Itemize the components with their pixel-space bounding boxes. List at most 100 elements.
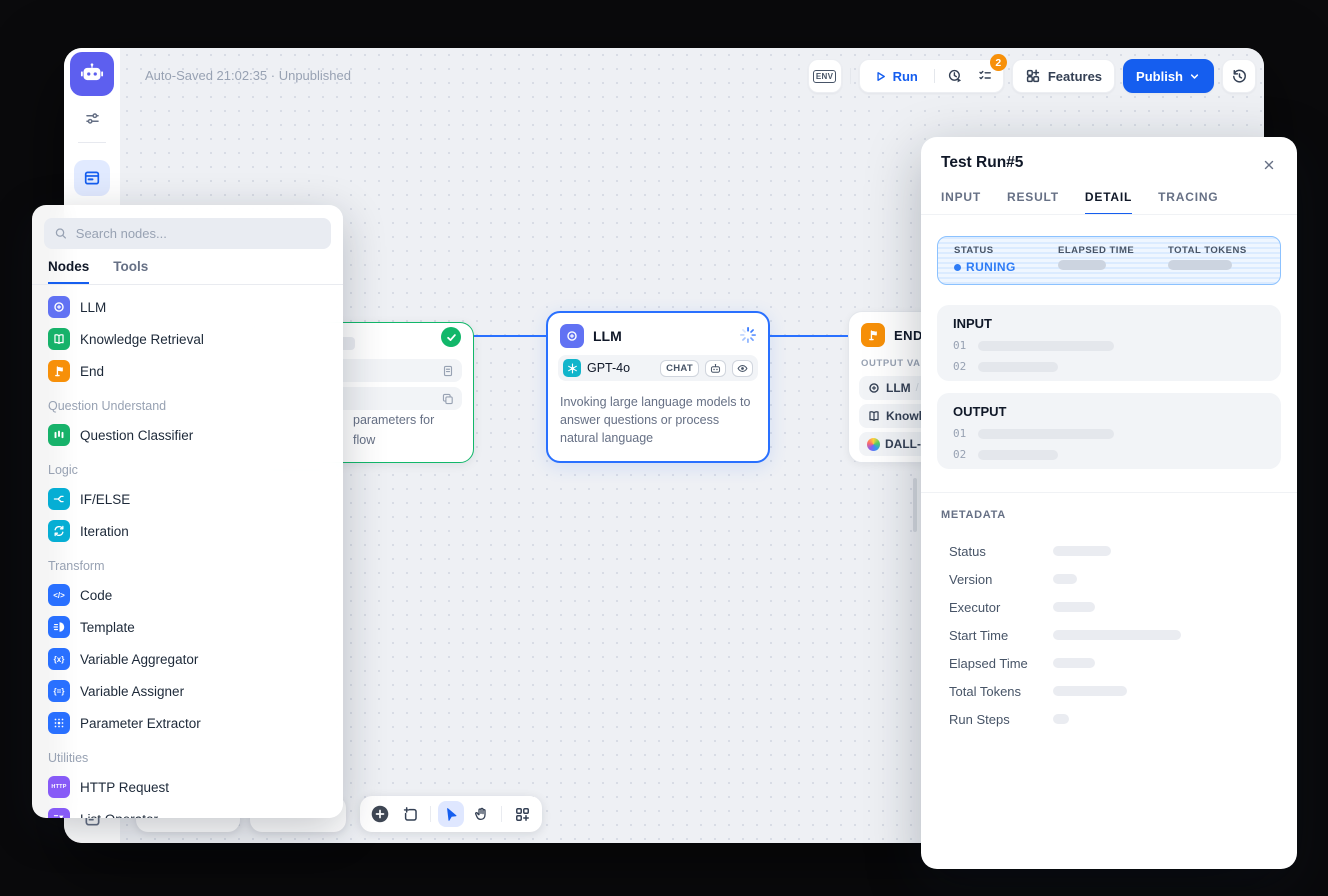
organize-nodes-button[interactable] — [509, 801, 535, 827]
node-item-label: Template — [80, 620, 135, 635]
slash-separator: / — [916, 382, 919, 394]
notification-badge: 2 — [990, 54, 1007, 71]
io-row: 01 — [953, 339, 1265, 352]
node-search-box[interactable] — [44, 218, 331, 249]
iteration-icon — [48, 520, 70, 542]
node-panel-tab-nodes[interactable]: Nodes — [48, 259, 89, 284]
elapsed-time-label: ELAPSED TIME — [1058, 245, 1168, 256]
canvas-scrollbar[interactable] — [913, 478, 917, 532]
version-history-button[interactable] — [1222, 59, 1256, 93]
input-section: INPUT 01 02 — [937, 305, 1281, 381]
io-row: 02 — [953, 360, 1265, 373]
app-logo-robot-icon[interactable] — [70, 52, 114, 96]
section-divider — [921, 492, 1297, 493]
node-item-label: LLM — [80, 300, 106, 315]
features-button[interactable]: Features — [1012, 59, 1115, 93]
metadata-label: Total Tokens — [949, 684, 1049, 699]
node-item-variable-aggregator[interactable]: {x}Variable Aggregator — [40, 643, 335, 675]
node-item-llm[interactable]: LLM — [40, 291, 335, 323]
skeleton-bar — [1053, 602, 1095, 612]
cursor-icon — [443, 806, 459, 822]
node-item-label: IF/ELSE — [80, 492, 130, 507]
tab-detail[interactable]: DETAIL — [1085, 190, 1132, 215]
node-panel-tab-tools[interactable]: Tools — [113, 259, 148, 284]
running-dot-icon — [954, 264, 961, 271]
checklist-icon[interactable]: 2 — [971, 63, 999, 89]
skeleton-bar — [978, 362, 1058, 372]
tabs-divider — [921, 214, 1297, 215]
node-item-template[interactable]: Template — [40, 611, 335, 643]
node-group-label: Logic — [40, 451, 335, 483]
parameter-extractor-icon — [48, 712, 70, 734]
skeleton-bar — [1053, 658, 1095, 668]
hand-icon — [473, 806, 489, 822]
hand-tool-button[interactable] — [468, 801, 494, 827]
node-item-variable-assigner[interactable]: {=}Variable Assigner — [40, 675, 335, 707]
node-item-knowledge-retrieval[interactable]: Knowledge Retrieval — [40, 323, 335, 355]
llm-node-description: Invoking large language models to answer… — [560, 393, 760, 447]
node-item-question-classifier[interactable]: Question Classifier — [40, 419, 335, 451]
node-item-code[interactable]: </> Code — [40, 579, 335, 611]
metadata-row: Version — [949, 565, 1281, 593]
search-input[interactable] — [76, 226, 321, 241]
panel-title: Test Run#5 — [941, 154, 1023, 172]
pointer-tool-button[interactable] — [438, 801, 464, 827]
node-item-iteration[interactable]: Iteration — [40, 515, 335, 547]
model-selector[interactable]: GPT-4o CHAT — [558, 355, 758, 381]
skeleton-bar — [978, 429, 1114, 439]
metadata-title: METADATA — [941, 509, 1006, 521]
node-item-parameter-extractor[interactable]: Parameter Extractor — [40, 707, 335, 739]
history-icon — [1231, 68, 1248, 85]
total-tokens-label: TOTAL TOKENS — [1168, 245, 1264, 256]
success-check-icon — [441, 327, 461, 347]
node-item-if-else[interactable]: IF/ELSE — [40, 483, 335, 515]
test-run-panel: Test Run#5 INPUT RESULT DETAIL TRACING S… — [921, 137, 1297, 869]
status-card: STATUS RUNING ELAPSED TIME TOTAL TOKENS — [937, 236, 1281, 285]
code-icon: </> — [48, 584, 70, 606]
variable-aggregator-icon: {x} — [48, 648, 70, 670]
metadata-row: Run Steps — [949, 705, 1281, 733]
add-node-button[interactable] — [367, 801, 393, 827]
metadata-label: Elapsed Time — [949, 656, 1049, 671]
tab-tracing[interactable]: TRACING — [1158, 190, 1218, 215]
metadata-row: Start Time — [949, 621, 1281, 649]
llm-node[interactable]: LLM GPT-4o CHAT Invoking large language … — [546, 311, 770, 463]
metadata-label: Run Steps — [949, 712, 1049, 727]
publish-button[interactable]: Publish — [1123, 59, 1214, 93]
node-item-label: Code — [80, 588, 112, 603]
node-picker-panel: NodesTools LLMKnowledge RetrievalEndQues… — [32, 205, 343, 818]
node-item-http-request[interactable]: HTTPHTTP Request — [40, 771, 335, 803]
node-item-end[interactable]: End — [40, 355, 335, 387]
variable-label: LLM — [886, 381, 911, 395]
run-history-clock-icon[interactable] — [941, 63, 969, 89]
tab-input[interactable]: INPUT — [941, 190, 981, 215]
skeleton-bar — [1053, 630, 1181, 640]
add-note-button[interactable] — [397, 801, 423, 827]
node-item-list-operator[interactable]: List Operator — [40, 803, 335, 818]
run-button[interactable]: Run — [864, 60, 928, 92]
variable-assigner-icon: {=} — [48, 680, 70, 702]
knowledge-retrieval-icon — [48, 328, 70, 350]
edge-llm-to-end — [770, 335, 848, 337]
node-item-label: Iteration — [80, 524, 129, 539]
features-blocks-icon — [1025, 68, 1041, 84]
metadata-label: Status — [949, 544, 1049, 559]
output-title: OUTPUT — [953, 404, 1265, 419]
tab-result[interactable]: RESULT — [1007, 190, 1059, 215]
doc-icon — [441, 364, 455, 378]
close-icon[interactable] — [1259, 155, 1279, 175]
robot-badge-icon — [705, 360, 726, 377]
chat-mode-badge: CHAT — [660, 360, 699, 377]
node-item-label: Knowledge Retrieval — [80, 332, 204, 347]
node-group-label: Question Understand — [40, 387, 335, 419]
node-group-label: Transform — [40, 547, 335, 579]
env-button[interactable]: ENV — [808, 59, 842, 93]
vision-eye-icon — [732, 360, 753, 377]
workflow-window-icon[interactable] — [74, 160, 110, 196]
openai-icon — [563, 359, 581, 377]
metadata-row: Status — [949, 537, 1281, 565]
if-else-icon — [48, 488, 70, 510]
settings-sliders-icon[interactable] — [74, 100, 110, 136]
row-number: 01 — [953, 339, 966, 352]
metadata-row: Elapsed Time — [949, 649, 1281, 677]
